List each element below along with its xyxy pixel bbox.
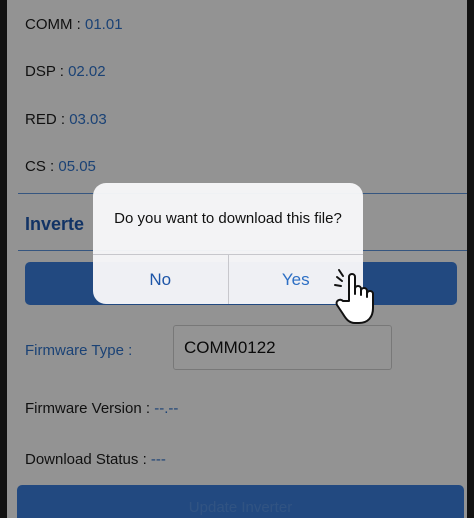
dialog-actions: No Yes bbox=[93, 254, 363, 304]
download-confirm-dialog: Do you want to download this file? No Ye… bbox=[93, 183, 363, 304]
no-button[interactable]: No bbox=[93, 255, 228, 304]
tap-hand-icon bbox=[334, 269, 374, 324]
dialog-message: Do you want to download this file? bbox=[114, 210, 342, 227]
